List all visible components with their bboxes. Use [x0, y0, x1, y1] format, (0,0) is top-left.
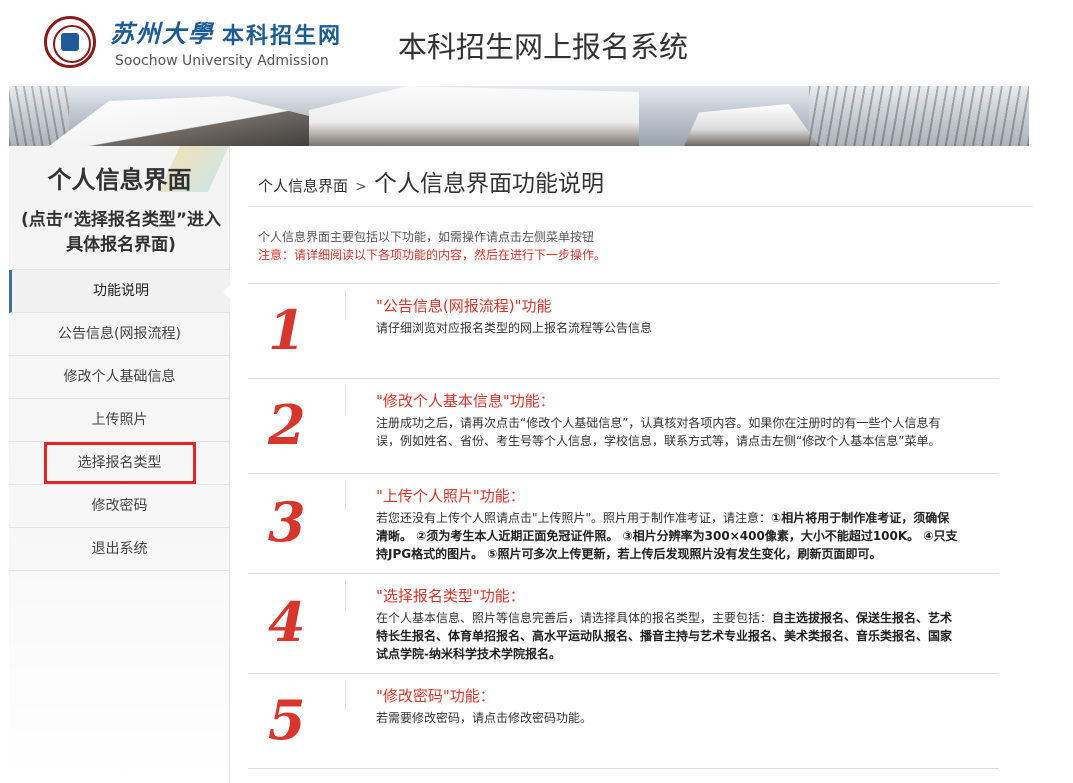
banner-trees-left: [9, 86, 69, 146]
section-text-plain: 若您还没有上传个人照请点击"上传照片"。照片用于制作准考证，请注意：: [376, 511, 772, 525]
site-header: 苏州大學 本科招生网 Soochow University Admission …: [0, 0, 1073, 86]
sidebar-item-label: 上传照片: [91, 412, 148, 428]
section-number: 3: [268, 490, 306, 554]
sidebar-menu: 功能说明 公告信息(网报流程) 修改个人基础信息 上传照片 选择报名类型 修改密…: [9, 269, 231, 571]
feature-section-2: 2 "修改个人基本信息"功能： 注册成功之后，请再次点击“修改个人基础信息”，认…: [248, 378, 999, 473]
section-heading: "选择报名类型"功能：: [376, 587, 525, 605]
sidebar-item-edit-basic-info[interactable]: 修改个人基础信息: [9, 356, 230, 399]
page-title: 个人信息界面功能说明: [373, 171, 604, 197]
university-seal-logo: [44, 16, 96, 68]
feature-section-4: 4 "选择报名类型"功能： 在个人基本信息、照片等信息完善后，请选择具体的报名类…: [248, 573, 999, 673]
section-divider: [345, 385, 346, 415]
sidebar-item-label: 修改密码: [91, 498, 148, 514]
breadcrumb-parent[interactable]: 个人信息界面: [258, 177, 348, 195]
sidebar-item-label: 退出系统: [91, 541, 148, 557]
section-heading: "修改个人基本信息"功能：: [376, 392, 555, 410]
sidebar-item-label: 选择报名类型: [43, 442, 196, 484]
section-description: 请仔细浏览对应报名类型的网上报名流程等公告信息: [376, 321, 653, 335]
section-number: 4: [268, 590, 306, 654]
section-divider: [345, 290, 346, 320]
section-divider: [345, 480, 346, 510]
sidebar-item-feature-description[interactable]: 功能说明: [9, 270, 231, 313]
banner-roof-right: [684, 104, 819, 146]
section-description: 在个人基本信息、照片等信息完善后，请选择具体的报名类型，主要包括：自主选拔报名、…: [376, 609, 961, 663]
logo-english-name: Soochow University Admission: [115, 53, 329, 69]
sidebar-item-label: 功能说明: [93, 283, 149, 299]
banner-roof-center: [309, 86, 639, 146]
section-number: 1: [268, 298, 306, 362]
sidebar-subtitle: (点击“选择报名类型”进入具体报名界面): [20, 210, 222, 255]
sidebar-item-logout[interactable]: 退出系统: [9, 528, 230, 571]
sidebar-item-label: 修改个人基础信息: [63, 369, 176, 385]
breadcrumb: 个人信息界面 > 个人信息界面功能说明: [258, 164, 604, 198]
banner-roof-left: [49, 96, 349, 146]
sidebar-item-change-password[interactable]: 修改密码: [9, 485, 230, 528]
sidebar-item-select-registration-type[interactable]: 选择报名类型: [9, 442, 230, 485]
feature-section-5: 5 "修改密码"功能： 若需要修改密码，请点击修改密码功能。: [248, 673, 999, 769]
sidebar-item-announcements[interactable]: 公告信息(网报流程): [9, 313, 230, 356]
intro-text: 个人信息界面主要包括以下功能，如需操作请点击左侧菜单按钮 注意：请详细阅读以下各…: [258, 228, 606, 264]
snow-scene-banner: [9, 86, 1029, 146]
intro-warning: 注意：请详细阅读以下各项功能的内容，然后在进行下一步操作。: [258, 248, 607, 262]
sidebar-title: 个人信息界面: [47, 166, 192, 194]
logo-site-name: 本科招生网: [222, 23, 343, 49]
section-heading: "上传个人照片"功能：: [376, 487, 525, 505]
section-number: 2: [268, 393, 306, 457]
section-divider: [345, 680, 346, 710]
section-heading: "公告信息(网报流程)"功能: [376, 297, 552, 315]
section-number: 5: [268, 688, 306, 752]
sidebar-item-label: 公告信息(网报流程): [58, 326, 181, 342]
section-heading: "修改密码"功能：: [376, 687, 495, 705]
logo-chinese-name: 苏州大學: [110, 19, 214, 48]
sidebar: 个人信息界面 (点击“选择报名类型”进入具体报名界面) 功能说明 公告信息(网报…: [9, 146, 231, 783]
section-description: 若需要修改密码，请点击修改密码功能。: [376, 711, 593, 725]
system-title: 本科招生网上报名系统: [398, 30, 689, 64]
section-text-plain: 在个人基本信息、照片等信息完善后，请选择具体的报名类型，主要包括：: [376, 611, 773, 625]
breadcrumb-separator: >: [355, 179, 367, 195]
feature-section-3: 3 "上传个人照片"功能： 若您还没有上传个人照请点击"上传照片"。照片用于制作…: [248, 473, 999, 573]
intro-line: 个人信息界面主要包括以下功能，如需操作请点击左侧菜单按钮: [258, 230, 595, 244]
banner-trees-right: [809, 86, 1029, 146]
section-description: 若您还没有上传个人照请点击"上传照片"。照片用于制作准考证，请注意：①相片将用于…: [376, 509, 961, 563]
section-divider: [345, 580, 346, 610]
feature-section-1: 1 "公告信息(网报流程)"功能 请仔细浏览对应报名类型的网上报名流程等公告信息: [248, 283, 999, 378]
sidebar-item-upload-photo[interactable]: 上传照片: [9, 399, 230, 442]
section-description: 注册成功之后，请再次点击“修改个人基础信息”，认真核对各项内容。如果你在注册时的…: [376, 416, 941, 448]
breadcrumb-divider: [248, 206, 1033, 207]
